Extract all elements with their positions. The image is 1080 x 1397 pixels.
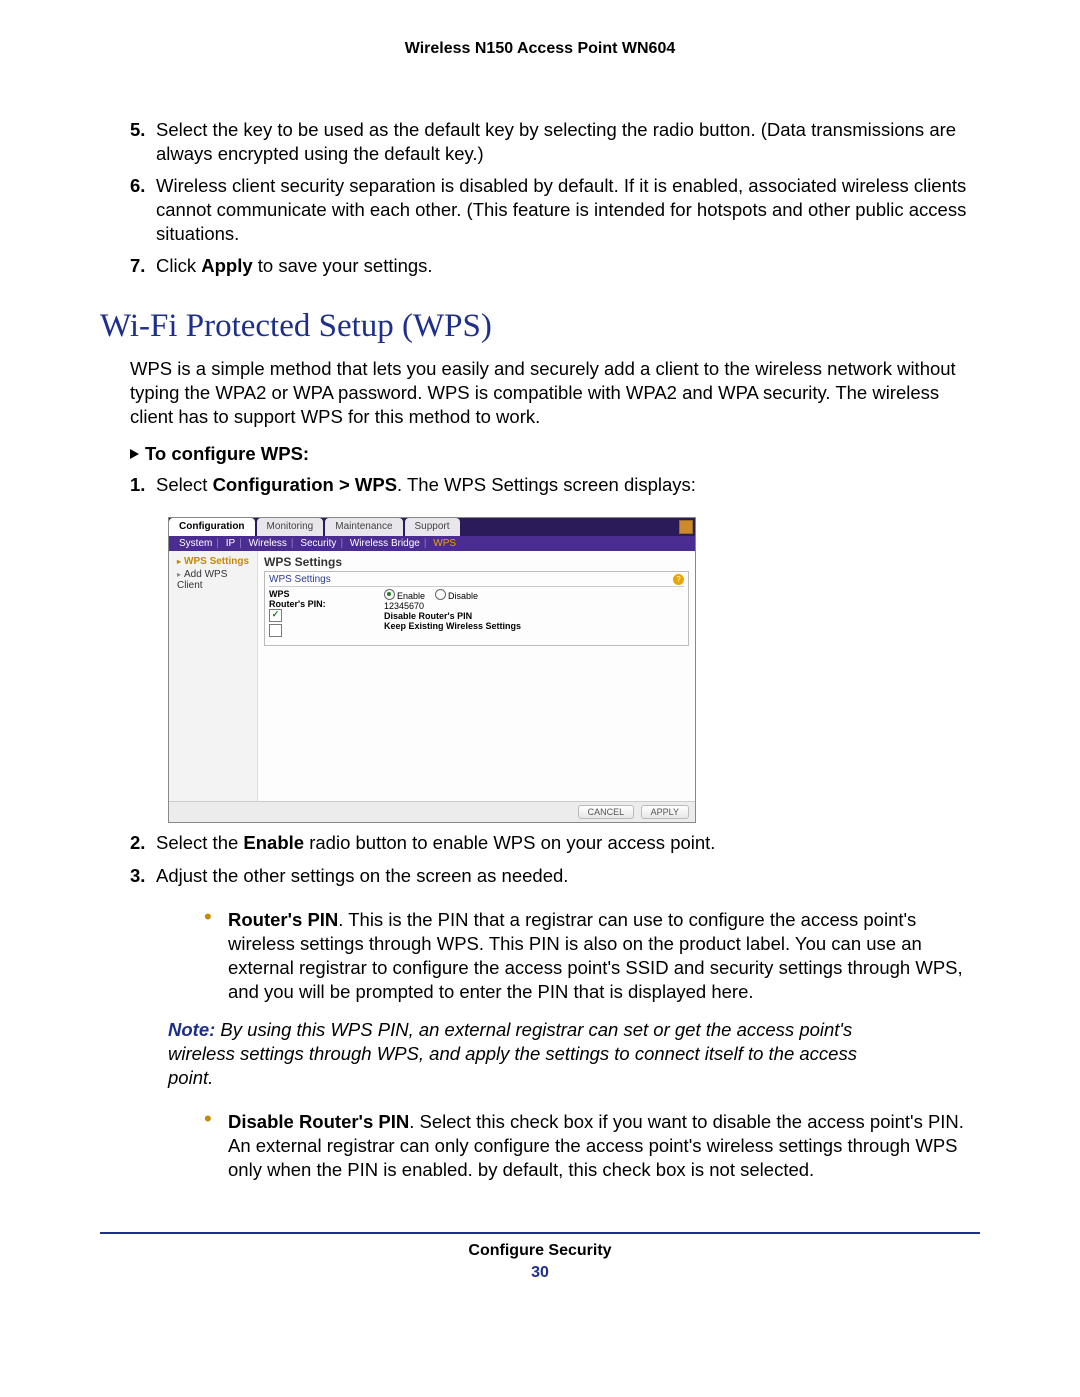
step-6: 6. Wireless client security separation i… bbox=[130, 174, 980, 246]
text-post: radio button to enable WPS on your acces… bbox=[304, 832, 715, 853]
shot-top-tabs: Configuration Monitoring Maintenance Sup… bbox=[169, 518, 695, 536]
subtab-wps[interactable]: WPS bbox=[433, 538, 456, 549]
step-number: 1. bbox=[130, 473, 156, 497]
bullet-text: Disable Router's PIN. Select this check … bbox=[228, 1110, 980, 1182]
footer-chapter: Configure Security bbox=[100, 1242, 980, 1260]
text-pre: Select bbox=[156, 474, 213, 495]
panel-sub-text: WPS Settings bbox=[269, 574, 331, 585]
step-text: Select the key to be used as the default… bbox=[156, 118, 980, 166]
note-label: Note: bbox=[168, 1019, 215, 1040]
tab-configuration[interactable]: Configuration bbox=[169, 518, 255, 536]
wps-steps-list: 1. Select Configuration > WPS. The WPS S… bbox=[130, 473, 980, 497]
procedure-subheading: To configure WPS: bbox=[130, 443, 980, 465]
wps-step-1: 1. Select Configuration > WPS. The WPS S… bbox=[130, 473, 980, 497]
radio-enable[interactable] bbox=[384, 589, 395, 600]
wps-screenshot: Configuration Monitoring Maintenance Sup… bbox=[168, 517, 696, 823]
shot-footer: CANCEL APPLY bbox=[169, 801, 695, 822]
step-5: 5. Select the key to be used as the defa… bbox=[130, 118, 980, 166]
tab-monitoring[interactable]: Monitoring bbox=[257, 518, 324, 536]
tab-maintenance[interactable]: Maintenance bbox=[325, 518, 402, 536]
subtab-wireless-bridge[interactable]: Wireless Bridge bbox=[350, 538, 420, 549]
logout-icon[interactable] bbox=[679, 520, 693, 534]
step-number: 3. bbox=[130, 864, 156, 888]
note-text: By using this WPS PIN, an external regis… bbox=[168, 1019, 857, 1088]
side-wps-settings[interactable]: WPS Settings bbox=[169, 555, 257, 568]
subtab-security[interactable]: Security bbox=[300, 538, 336, 549]
radio-enable-label: Enable bbox=[397, 591, 425, 601]
side-add-wps-client[interactable]: Add WPS Client bbox=[169, 568, 257, 592]
text-post: . The WPS Settings screen displays: bbox=[397, 474, 696, 495]
bullet-list: • Router's PIN. This is the PIN that a r… bbox=[204, 908, 980, 1004]
arrow-icon bbox=[130, 449, 139, 459]
step-number: 2. bbox=[130, 831, 156, 855]
step-7: 7. Click Apply to save your settings. bbox=[130, 254, 980, 278]
wps-steps-list-cont: 2. Select the Enable radio button to ena… bbox=[130, 831, 980, 887]
panel-labels: WPS Router's PIN: ✓ bbox=[269, 589, 384, 639]
text-post: to save your settings. bbox=[253, 255, 433, 276]
subtab-wireless[interactable]: Wireless bbox=[249, 538, 287, 549]
bullet-icon: • bbox=[204, 908, 228, 1004]
step-text: Adjust the other settings on the screen … bbox=[156, 864, 980, 888]
cancel-button[interactable]: CANCEL bbox=[578, 805, 635, 819]
step-number: 5. bbox=[130, 118, 156, 166]
panel-title: WPS Settings bbox=[264, 555, 689, 569]
wps-step-3: 3. Adjust the other settings on the scre… bbox=[130, 864, 980, 888]
text-bold: Apply bbox=[201, 255, 252, 276]
text-bold: Configuration > WPS bbox=[213, 474, 397, 495]
step-text: Wireless client security separation is d… bbox=[156, 174, 980, 246]
checkbox-keep-existing[interactable] bbox=[269, 624, 282, 637]
radio-disable-label: Disable bbox=[448, 591, 478, 601]
wps-step-2: 2. Select the Enable radio button to ena… bbox=[130, 831, 980, 855]
checkbox-disable-pin[interactable]: ✓ bbox=[269, 609, 282, 622]
label-disable-pin: Disable Router's PIN bbox=[384, 611, 684, 621]
panel-row: WPS Router's PIN: ✓ Enable Disable 1 bbox=[269, 589, 684, 639]
bullet-routers-pin: • Router's PIN. This is the PIN that a r… bbox=[204, 908, 980, 1004]
text-bold: Enable bbox=[243, 832, 304, 853]
wps-radio-row: Enable Disable bbox=[384, 589, 684, 601]
subtab-ip[interactable]: IP bbox=[226, 538, 235, 549]
help-icon[interactable]: ? bbox=[673, 574, 684, 585]
apply-button[interactable]: APPLY bbox=[641, 805, 689, 819]
text-pre: Click bbox=[156, 255, 201, 276]
subtab-system[interactable]: System bbox=[179, 538, 212, 549]
shot-main-panel: WPS Settings WPS Settings ? WPS Router's… bbox=[258, 551, 695, 801]
bullet-body: . This is the PIN that a registrar can u… bbox=[228, 909, 963, 1002]
step-text: Click Apply to save your settings. bbox=[156, 254, 980, 278]
label-routers-pin: Router's PIN: bbox=[269, 599, 384, 609]
pin-value: 12345670 bbox=[384, 601, 684, 611]
shot-sidebar: WPS Settings Add WPS Client bbox=[169, 551, 258, 801]
bullet-list-2: • Disable Router's PIN. Select this chec… bbox=[204, 1110, 980, 1182]
top-steps-list: 5. Select the key to be used as the defa… bbox=[130, 118, 980, 278]
text-pre: Select the bbox=[156, 832, 243, 853]
bullet-disable-routers-pin: • Disable Router's PIN. Select this chec… bbox=[204, 1110, 980, 1182]
step-number: 6. bbox=[130, 174, 156, 246]
footer-page-number: 30 bbox=[100, 1264, 980, 1282]
tab-support[interactable]: Support bbox=[405, 518, 460, 536]
page-header: Wireless N150 Access Point WN604 bbox=[100, 40, 980, 58]
shot-body: WPS Settings Add WPS Client WPS Settings… bbox=[169, 551, 695, 801]
note-block: Note: By using this WPS PIN, an external… bbox=[168, 1018, 868, 1090]
step-text: Select Configuration > WPS. The WPS Sett… bbox=[156, 473, 980, 497]
label-wps: WPS bbox=[269, 589, 384, 599]
label-keep-existing: Keep Existing Wireless Settings bbox=[384, 621, 684, 631]
step-text: Select the Enable radio button to enable… bbox=[156, 831, 980, 855]
bullet-text: Router's PIN. This is the PIN that a reg… bbox=[228, 908, 980, 1004]
step-number: 7. bbox=[130, 254, 156, 278]
radio-disable[interactable] bbox=[435, 589, 446, 600]
footer-rule bbox=[100, 1232, 980, 1234]
section-intro: WPS is a simple method that lets you eas… bbox=[130, 357, 980, 429]
panel-values: Enable Disable 12345670 Disable Router's… bbox=[384, 589, 684, 639]
subhead-text: To configure WPS: bbox=[145, 443, 309, 464]
panel-box: WPS Settings ? WPS Router's PIN: ✓ Enab bbox=[264, 571, 689, 646]
document-page: Wireless N150 Access Point WN604 5. Sele… bbox=[0, 0, 1080, 1397]
section-heading: Wi-Fi Protected Setup (WPS) bbox=[100, 308, 980, 345]
panel-subheading: WPS Settings ? bbox=[269, 574, 684, 587]
bullet-icon: • bbox=[204, 1110, 228, 1182]
bullet-bold: Disable Router's PIN bbox=[228, 1111, 409, 1132]
bullet-bold: Router's PIN bbox=[228, 909, 338, 930]
shot-sub-tabs: System| IP| Wireless| Security| Wireless… bbox=[169, 536, 695, 551]
